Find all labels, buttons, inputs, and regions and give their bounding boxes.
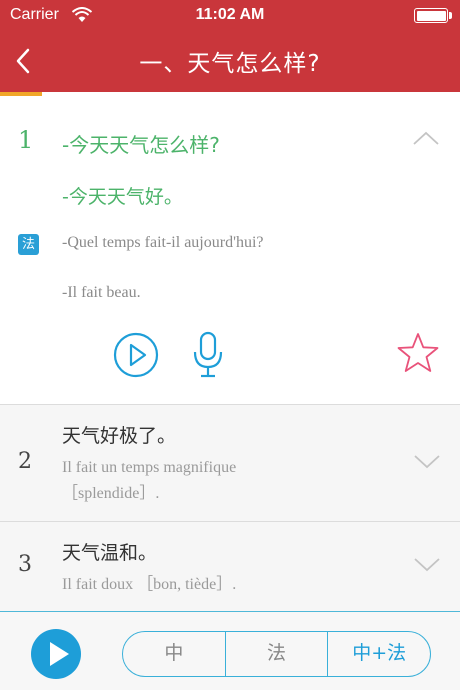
play-all-button[interactable]	[31, 629, 81, 679]
play-audio-button[interactable]	[113, 332, 159, 378]
favorite-star-button[interactable]	[396, 332, 440, 374]
question-french: -Quel temps fait-il aujourd'hui?	[62, 234, 264, 251]
mode-french[interactable]: 法	[224, 632, 328, 676]
sentence-french: Il fait doux ［bon, tiède］.	[62, 576, 237, 593]
answer-chinese: -今天天气好。	[62, 186, 183, 208]
chevron-down-icon[interactable]	[413, 453, 441, 469]
mode-chinese[interactable]: 中	[123, 632, 225, 676]
sentence-chinese: 天气好极了。	[62, 425, 177, 447]
question-chinese: -今天天气怎么样?	[62, 133, 220, 157]
sentence-chinese: 天气温和。	[62, 542, 158, 564]
play-icon	[50, 642, 69, 666]
microphone-button[interactable]	[191, 330, 225, 380]
battery-tip	[449, 12, 452, 19]
battery-icon	[414, 8, 448, 23]
chevron-down-icon[interactable]	[413, 556, 441, 572]
clock: 11:02 AM	[195, 6, 265, 23]
item-number: 2	[18, 449, 32, 474]
page-title: 一、天气怎么样?	[139, 51, 321, 77]
bottom-toolbar: 中 法 中+法	[0, 611, 460, 690]
sentence-row[interactable]: 2 天气好极了。 Il fait un temps magnifique ［sp…	[0, 404, 460, 521]
sentence-french-line: Il fait un temps magnifique	[62, 459, 237, 476]
status-bar: Carrier 11:02 AM	[0, 0, 460, 30]
sentence-french: Il fait un temps magnifique ［splendide］.	[62, 455, 392, 507]
answer-french: -Il fait beau.	[62, 284, 141, 301]
sentence-row[interactable]: 3 天气温和。 Il fait doux ［bon, tiède］.	[0, 521, 460, 611]
item-number: 3	[18, 552, 32, 577]
french-badge: 法	[18, 234, 39, 255]
mode-chinese-french[interactable]: 中+法	[327, 632, 430, 676]
top-bar: Carrier 11:02 AM 一、天气怎么样?	[0, 0, 460, 92]
item-number: 1	[18, 126, 34, 154]
language-mode-selector: 中 法 中+法	[122, 631, 431, 677]
sentence-card-expanded[interactable]: 1 -今天天气怎么样? -今天天气好。 法 -Quel temps fait-i…	[0, 96, 460, 404]
sentence-french-line: ［splendide］.	[62, 485, 160, 502]
chevron-up-icon[interactable]	[412, 130, 440, 146]
